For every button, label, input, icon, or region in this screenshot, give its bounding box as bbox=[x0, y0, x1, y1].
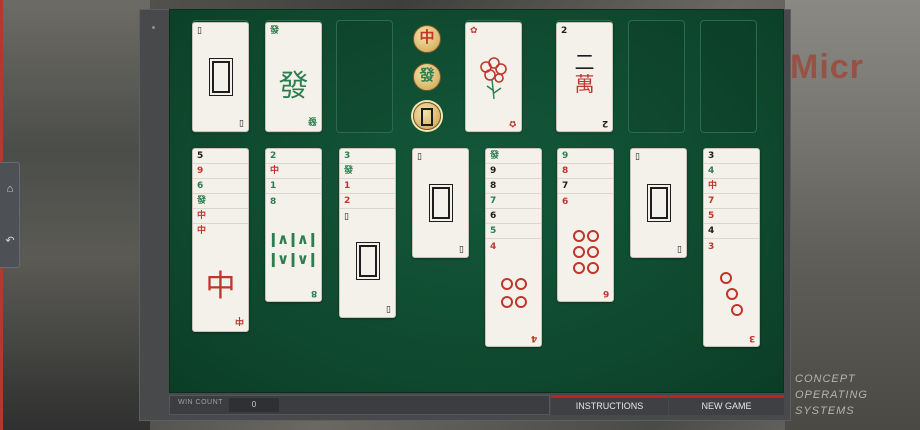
card-strip[interactable]: 發 bbox=[193, 194, 248, 209]
card-index: ▯ bbox=[635, 152, 640, 162]
new-game-button[interactable]: NEW GAME bbox=[669, 395, 784, 415]
circles-icon bbox=[486, 277, 541, 313]
card-index: 4 bbox=[530, 333, 537, 343]
card-index: 6 bbox=[602, 288, 609, 298]
card-strip[interactable]: 7 bbox=[704, 194, 759, 209]
card-index: ▯ bbox=[459, 244, 464, 254]
undo-icon[interactable]: ↶ bbox=[4, 235, 16, 247]
card-strip[interactable]: 9 bbox=[558, 149, 613, 164]
card-strip[interactable]: 中 bbox=[193, 209, 248, 224]
card-index: 發 bbox=[307, 115, 317, 125]
instructions-button[interactable]: INSTRUCTIONS bbox=[551, 395, 668, 415]
white-dragon-icon bbox=[340, 242, 395, 282]
red-dragon-icon[interactable]: 中 bbox=[413, 25, 441, 53]
card-index: 3 bbox=[748, 333, 755, 343]
card-index: ▯ bbox=[386, 304, 391, 314]
side-nav: ⌂ ↶ bbox=[0, 162, 20, 268]
background-left-cityscape bbox=[0, 0, 150, 430]
background-caption-line: OPERATING bbox=[795, 389, 868, 401]
flower-index-icon: ✿ bbox=[509, 118, 517, 128]
card-strip[interactable]: 2 bbox=[266, 149, 321, 164]
card-index: 6 bbox=[562, 197, 569, 207]
card-strip[interactable]: 5 bbox=[193, 149, 248, 164]
card-index: 2 bbox=[561, 26, 568, 36]
card-strip[interactable]: 發 bbox=[340, 164, 395, 179]
circles-icon bbox=[558, 229, 613, 277]
home-icon[interactable]: ⌂ bbox=[4, 183, 16, 195]
card-strip[interactable]: 5 bbox=[486, 224, 541, 239]
card-index: 發 bbox=[270, 26, 280, 36]
card-strip[interactable]: 8 bbox=[486, 179, 541, 194]
status-bar bbox=[169, 395, 550, 415]
tableau-card[interactable]: ▯ ▯ bbox=[412, 148, 469, 258]
white-dragon-icon bbox=[413, 184, 468, 224]
tableau-stack[interactable]: 2 中 1 8 ǀ∧ǀ∧ǀ ǀ∨ǀ∨ǀ 8 bbox=[265, 148, 322, 302]
card-strip[interactable]: 5 bbox=[704, 209, 759, 224]
card-strip[interactable]: 1 bbox=[340, 179, 395, 194]
flower-card[interactable]: ✿ ✿ bbox=[465, 22, 522, 132]
flower-index-icon: ✿ bbox=[470, 26, 478, 36]
card-strip[interactable]: 6 bbox=[193, 179, 248, 194]
card-strip[interactable]: 3 bbox=[340, 149, 395, 164]
card-strip[interactable]: 7 bbox=[486, 194, 541, 209]
green-dragon-face: 發 bbox=[278, 69, 309, 104]
tableau-stack[interactable]: 3 發 1 2 ▯ ▯ bbox=[339, 148, 396, 318]
card-index: ▯ bbox=[197, 26, 202, 36]
card-strip[interactable]: 中 bbox=[266, 164, 321, 179]
free-cell-slot[interactable] bbox=[336, 20, 393, 133]
card-index: ▯ bbox=[344, 212, 349, 222]
card-strip[interactable]: 中 bbox=[704, 179, 759, 194]
foundation-card[interactable]: 2 二 萬 2 bbox=[556, 22, 613, 132]
free-cell-card[interactable]: 發 發 發 bbox=[265, 22, 322, 132]
background-caption-line: SYSTEMS bbox=[795, 405, 855, 417]
characters-face: 二 萬 bbox=[557, 51, 612, 95]
circles-icon bbox=[704, 271, 759, 319]
card-index: 中 bbox=[234, 315, 244, 325]
background-caption-line: CONCEPT bbox=[795, 373, 856, 385]
tableau-stack[interactable]: 5 9 6 發 中 中 中 中 bbox=[192, 148, 249, 332]
card-strip[interactable]: 發 bbox=[486, 149, 541, 164]
foundation-slot[interactable] bbox=[628, 20, 685, 133]
tableau-stack[interactable]: 3 4 中 7 5 4 3 3 bbox=[703, 148, 760, 347]
card-strip[interactable]: 4 bbox=[704, 224, 759, 239]
card-strip[interactable]: 2 bbox=[340, 194, 395, 209]
card-index: ▯ bbox=[677, 244, 682, 254]
bamboo-icon: ǀ∧ǀ∧ǀ ǀ∨ǀ∨ǀ bbox=[270, 230, 317, 268]
card-index: 2 bbox=[601, 118, 608, 128]
card-strip[interactable]: 7 bbox=[558, 179, 613, 194]
tableau-stack[interactable]: 9 8 7 6 6 bbox=[557, 148, 614, 302]
card-strip[interactable]: 8 bbox=[558, 164, 613, 179]
white-dragon-icon[interactable] bbox=[413, 102, 441, 130]
card-index: 8 bbox=[310, 288, 317, 298]
free-cell-card[interactable]: ▯ ▯ bbox=[192, 22, 249, 132]
flower-icon bbox=[466, 53, 521, 108]
card-strip[interactable]: 6 bbox=[486, 209, 541, 224]
foundation-slot[interactable] bbox=[700, 20, 757, 133]
red-dragon-face: 中 bbox=[205, 269, 236, 304]
wan-character: 萬 bbox=[574, 72, 595, 96]
card-index: 3 bbox=[708, 242, 715, 252]
card-strip[interactable]: 9 bbox=[486, 164, 541, 179]
card-strip[interactable]: 1 bbox=[266, 179, 321, 194]
frame-dot bbox=[152, 26, 155, 29]
card-strip[interactable]: 3 bbox=[704, 149, 759, 164]
card-strip[interactable]: 4 bbox=[704, 164, 759, 179]
card-index: ▯ bbox=[239, 118, 244, 128]
numeral: 二 bbox=[574, 50, 595, 74]
card-strip[interactable]: 中 bbox=[193, 224, 248, 239]
background-sign: Micr bbox=[790, 48, 864, 86]
win-count-value: 0 bbox=[229, 398, 279, 412]
tableau-card[interactable]: ▯ ▯ bbox=[630, 148, 687, 258]
tableau-stack[interactable]: 發 9 8 7 6 5 4 4 bbox=[485, 148, 542, 347]
card-index: ▯ bbox=[417, 152, 422, 162]
white-dragon-icon bbox=[631, 184, 686, 224]
white-dragon-icon bbox=[193, 58, 248, 98]
green-dragon-icon[interactable]: 發 bbox=[413, 63, 441, 91]
card-strip[interactable]: 9 bbox=[193, 164, 248, 179]
card-index: 8 bbox=[270, 197, 277, 207]
win-count-label: WIN COUNT bbox=[178, 399, 223, 406]
card-index: 4 bbox=[490, 242, 497, 252]
